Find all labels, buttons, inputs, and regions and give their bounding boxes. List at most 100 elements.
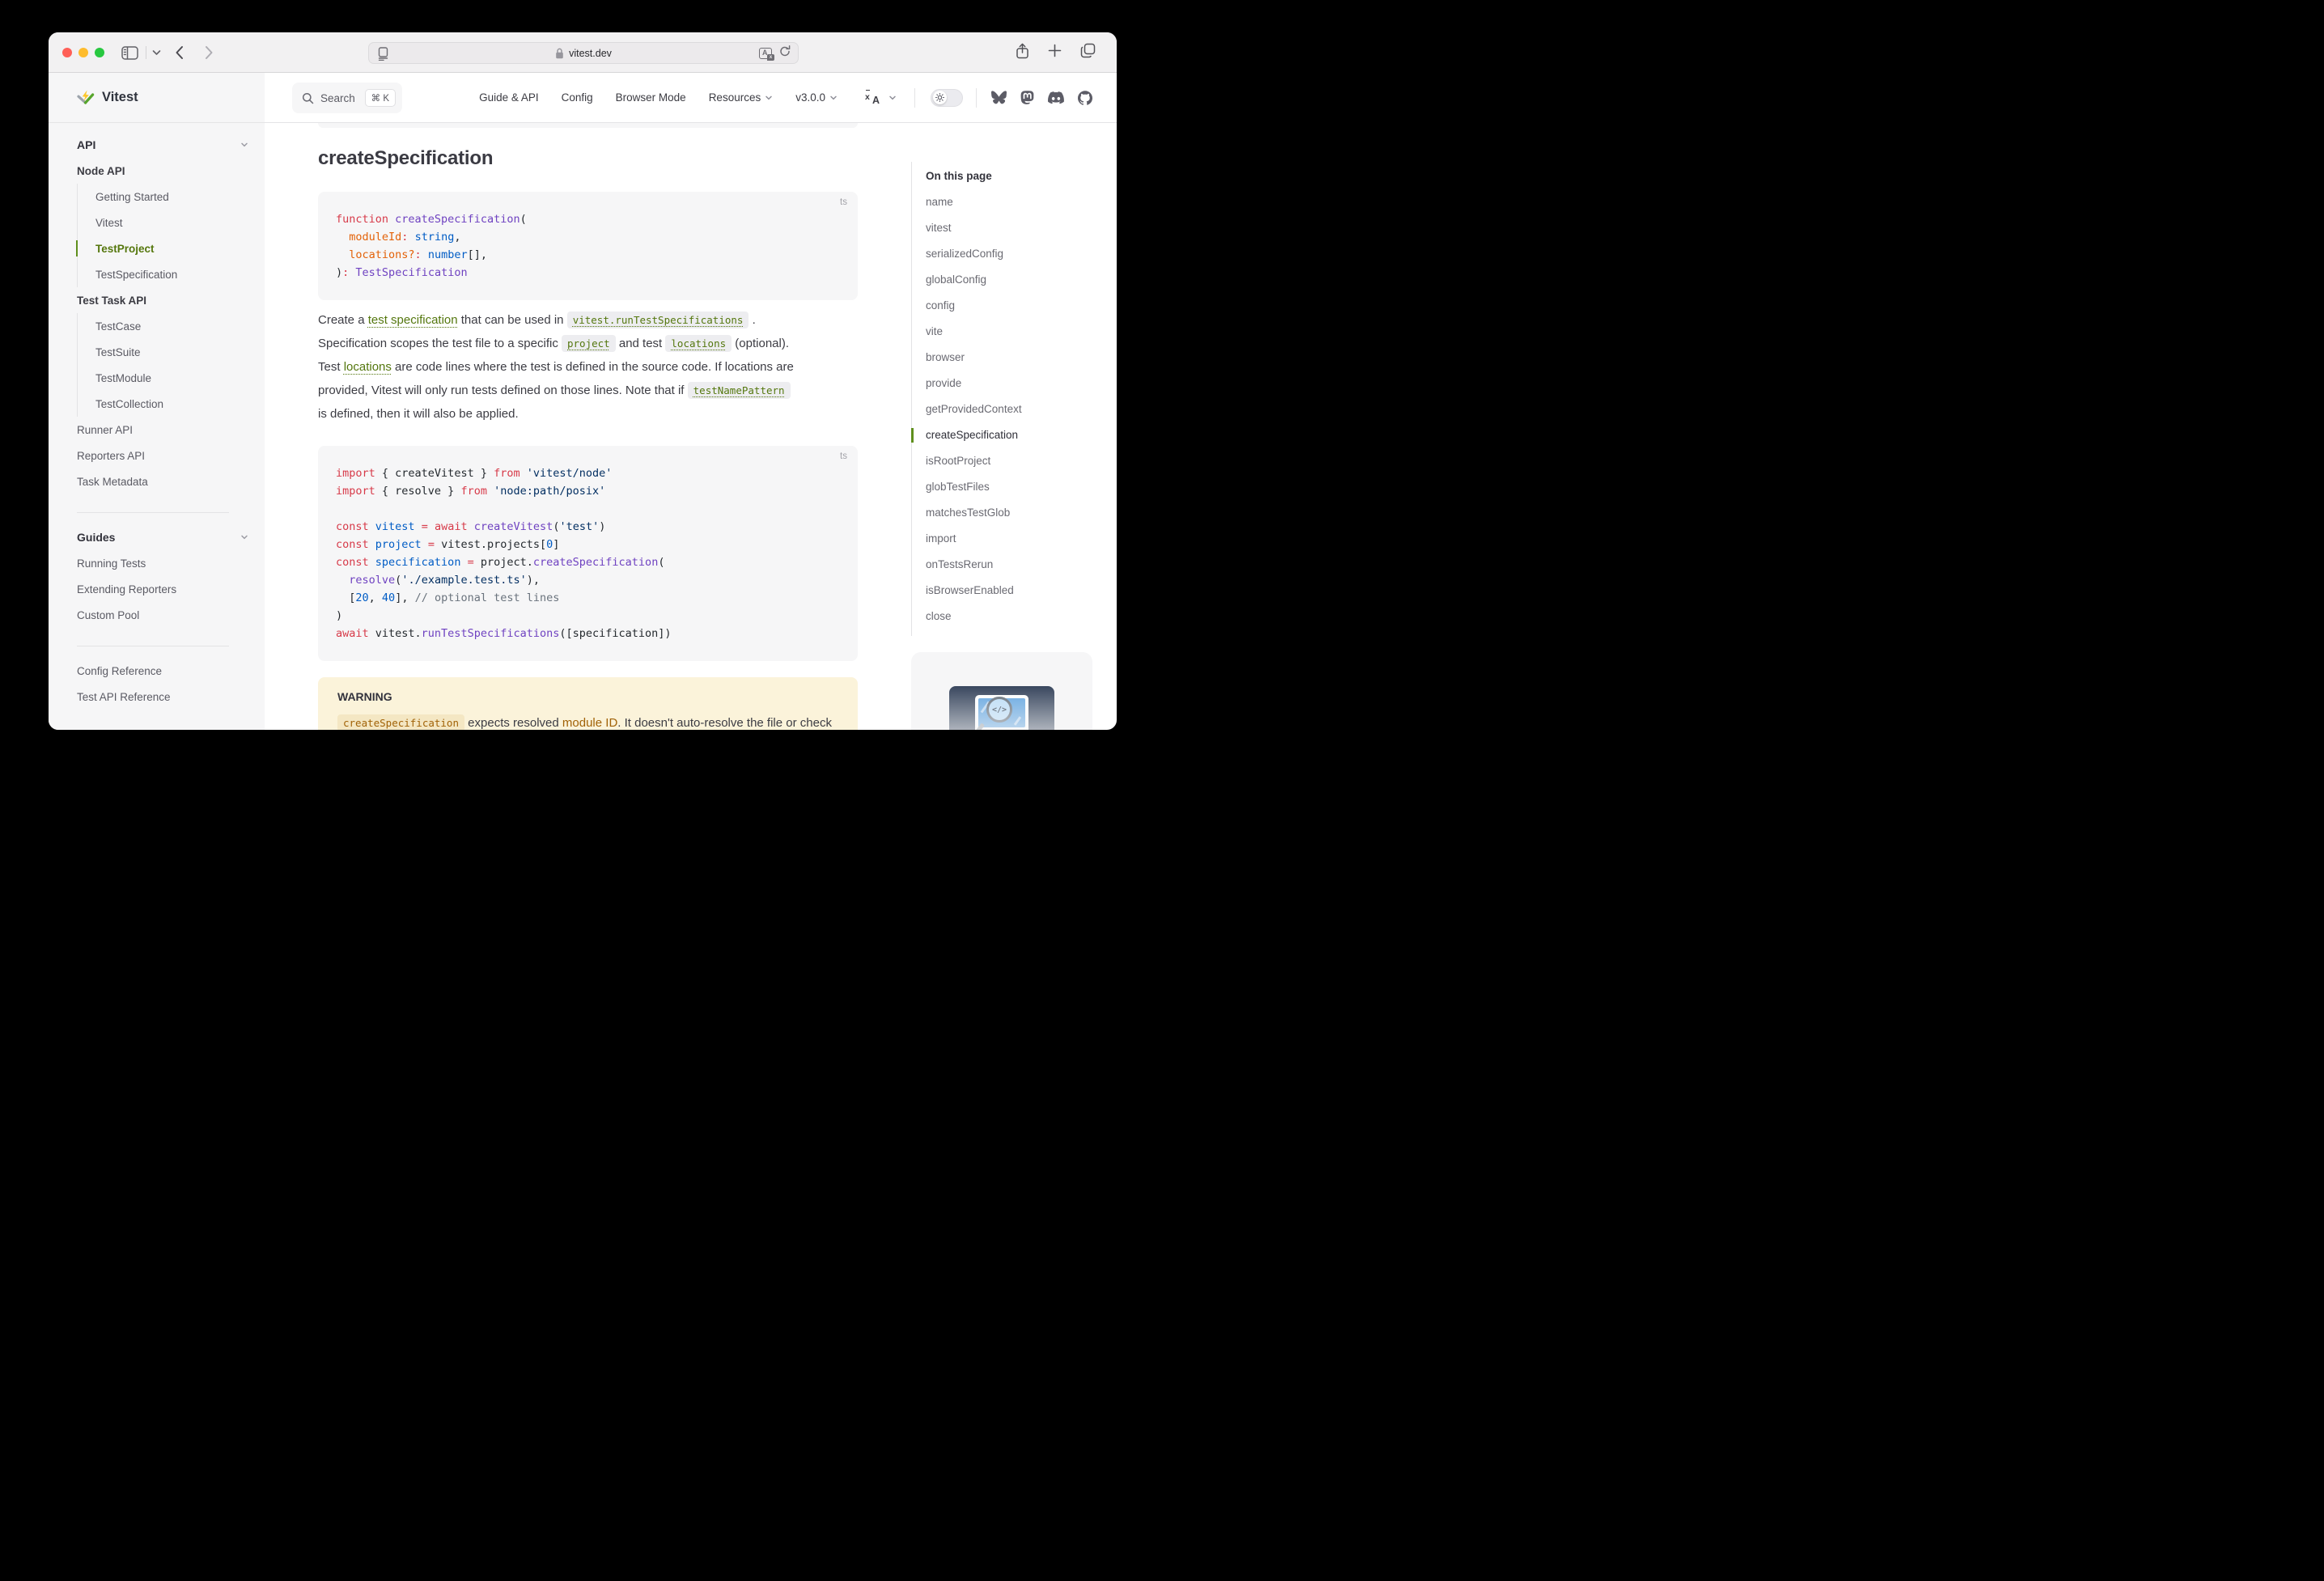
code-line: const vitest = await createVitest('test'… — [336, 518, 840, 536]
close-button[interactable] — [62, 48, 72, 57]
safari-window: vitest.dev Ax — [49, 32, 1117, 730]
sidebar-item-testcollection[interactable]: TestCollection — [95, 391, 248, 417]
inline-code-link[interactable]: project — [562, 335, 616, 352]
vitest-logo[interactable]: Vitest — [49, 73, 265, 122]
toc-item-vitest[interactable]: vitest — [926, 215, 1081, 241]
search-shortcut: ⌘ K — [365, 89, 396, 107]
inline-code-link[interactable]: testNamePattern — [688, 382, 791, 399]
github-icon[interactable] — [1078, 91, 1092, 105]
sidebar-item-label: Extending Reporters — [77, 583, 176, 596]
bluesky-icon[interactable] — [991, 91, 1007, 104]
text-line: is defined, then it will also be applied… — [318, 402, 858, 426]
active-indicator — [911, 428, 914, 443]
inline-code-link[interactable]: vitest.runTestSpecifications — [567, 312, 749, 328]
chevron-down-icon — [888, 94, 897, 102]
translate-icon[interactable]: Ax — [759, 48, 772, 59]
toc-item-config[interactable]: config — [926, 293, 1081, 319]
tab-overview-icon[interactable] — [1080, 43, 1096, 62]
toc-item-label: close — [926, 610, 952, 622]
toc-item-isrootproject[interactable]: isRootProject — [926, 448, 1081, 474]
warning-title: WARNING — [337, 689, 838, 705]
address-bar[interactable]: vitest.dev Ax — [368, 42, 799, 64]
sidebar-item-runner-api[interactable]: Runner API — [77, 417, 248, 443]
sidebar-item-testmodule[interactable]: TestModule — [95, 365, 248, 391]
sidebar-item-label: Test Task API — [77, 295, 146, 307]
nav-item-config[interactable]: Config — [562, 91, 593, 104]
nav-item-resources[interactable]: Resources — [709, 91, 774, 104]
inline-link[interactable]: test specification — [368, 313, 458, 327]
sidebar-item-node-api[interactable]: Node API — [77, 158, 248, 184]
sidebar-item-custom-pool[interactable]: Custom Pool — [77, 602, 248, 628]
toc-item-ontestsrerun[interactable]: onTestsRerun — [926, 552, 1081, 578]
sidebar-item-test-task-api[interactable]: Test Task API — [77, 287, 248, 313]
text-line: Test locations are code lines where the … — [318, 355, 858, 379]
tab-overview-chevron-icon[interactable] — [152, 32, 161, 73]
search-button[interactable]: Search ⌘ K — [292, 83, 402, 113]
sidebar-item-api[interactable]: API — [77, 132, 248, 158]
chevron-down-icon — [240, 141, 248, 149]
inline-link[interactable]: module ID — [562, 716, 617, 730]
toc-item-close[interactable]: close — [926, 604, 1081, 629]
toc-item-matchestestglob[interactable]: matchesTestGlob — [926, 500, 1081, 526]
sidebar-item-reporters-api[interactable]: Reporters API — [77, 443, 248, 468]
reload-icon[interactable] — [779, 45, 791, 61]
translate-icon[interactable]: xA — [865, 91, 882, 105]
toc-item-provide[interactable]: provide — [926, 371, 1081, 396]
logo-text: Vitest — [102, 90, 138, 105]
code-line: const specification = project.createSpec… — [336, 553, 840, 571]
toc-item-vite[interactable]: vite — [926, 319, 1081, 345]
inline-code-link[interactable]: locations — [665, 335, 732, 352]
code-language-badge: ts — [840, 451, 847, 461]
sidebar-item-label: TestSuite — [95, 346, 141, 358]
nav-item-browser-mode[interactable]: Browser Mode — [616, 91, 686, 104]
previous-code-block-remnant — [318, 123, 858, 128]
share-icon[interactable] — [1016, 43, 1029, 63]
back-button[interactable] — [175, 32, 184, 73]
text-run: are code lines where the test is defined… — [392, 360, 794, 374]
inline-link[interactable]: locations — [344, 360, 392, 374]
sidebar-item-extending-reporters[interactable]: Extending Reporters — [77, 576, 248, 602]
sidebar-item-testcase[interactable]: TestCase — [95, 313, 248, 339]
toc-item-browser[interactable]: browser — [926, 345, 1081, 371]
toc-item-name[interactable]: name — [926, 189, 1081, 215]
toc-item-serializedconfig[interactable]: serializedConfig — [926, 241, 1081, 267]
code-line: resolve('./example.test.ts'), — [336, 571, 840, 589]
toc-item-createspecification[interactable]: createSpecification — [926, 422, 1081, 448]
code-block-signature[interactable]: ts function createSpecification( moduleI… — [318, 192, 858, 300]
text-run: (optional). — [732, 337, 789, 350]
new-tab-icon[interactable] — [1048, 44, 1062, 61]
sidebar-item-running-tests[interactable]: Running Tests — [77, 550, 248, 576]
code-line: ): TestSpecification — [336, 264, 840, 282]
sponsor-card[interactable]: </> — [911, 652, 1092, 730]
sidebar-toggle-icon[interactable] — [121, 32, 138, 73]
toc-item-globalconfig[interactable]: globalConfig — [926, 267, 1081, 293]
sidebar-item-label: TestProject — [95, 243, 155, 255]
warning-body: createSpecification expects resolved mod… — [337, 711, 838, 730]
theme-toggle[interactable] — [931, 89, 963, 107]
nav-item-guide-api[interactable]: Guide & API — [479, 91, 539, 104]
toc-item-globtestfiles[interactable]: globTestFiles — [926, 474, 1081, 500]
toc-item-import[interactable]: import — [926, 526, 1081, 552]
sidebar-item-testsuite[interactable]: TestSuite — [95, 339, 248, 365]
sidebar-item-label: API — [77, 138, 95, 151]
sidebar-item-testspecification[interactable]: TestSpecification — [95, 261, 248, 287]
sidebar-item-vitest[interactable]: Vitest — [95, 210, 248, 235]
code-block-example[interactable]: ts import { createVitest } from 'vitest/… — [318, 446, 858, 661]
toc-item-isbrowserenabled[interactable]: isBrowserEnabled — [926, 578, 1081, 604]
toc-item-getprovidedcontext[interactable]: getProvidedContext — [926, 396, 1081, 422]
sidebar-item-test-api-reference[interactable]: Test API Reference — [77, 684, 248, 710]
sidebar-item-task-metadata[interactable]: Task Metadata — [77, 468, 248, 494]
minimize-button[interactable] — [78, 48, 88, 57]
sidebar-item-guides[interactable]: Guides — [77, 524, 248, 550]
text-run: and test — [616, 337, 666, 350]
mastodon-icon[interactable] — [1020, 91, 1034, 105]
forward-button[interactable] — [205, 32, 214, 73]
sidebar-item-testproject[interactable]: TestProject — [95, 235, 248, 261]
sidebar-item-getting-started[interactable]: Getting Started — [95, 184, 248, 210]
sidebar-item-config-reference[interactable]: Config Reference — [77, 658, 248, 684]
discord-icon[interactable] — [1048, 91, 1064, 104]
toc-item-label: name — [926, 196, 953, 208]
code-line: ) — [336, 607, 840, 625]
nav-item-v3-0-0[interactable]: v3.0.0 — [795, 91, 838, 104]
fullscreen-button[interactable] — [95, 48, 104, 57]
